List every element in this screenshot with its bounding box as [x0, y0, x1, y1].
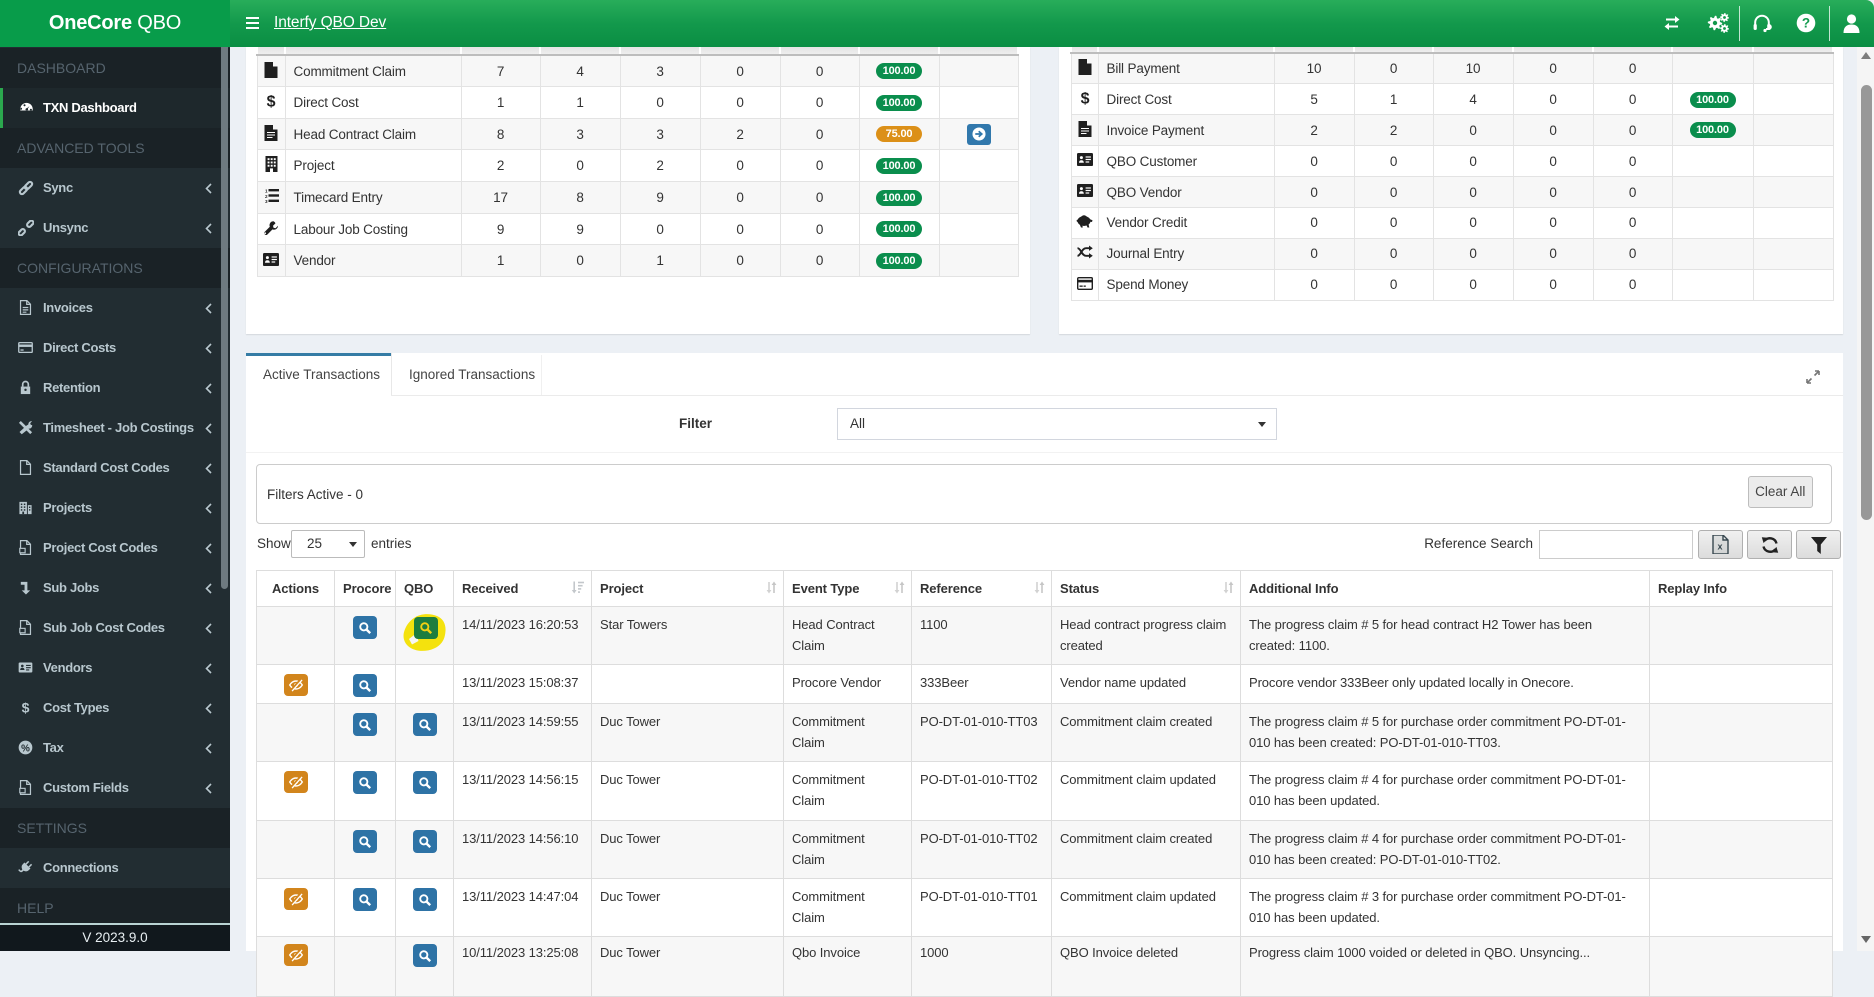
svg-text:x: x	[1717, 542, 1722, 552]
svg-text:$: $	[22, 700, 30, 715]
svg-text:$: $	[1080, 90, 1089, 105]
svg-text:?: ?	[1802, 16, 1810, 31]
svg-text:2: 2	[265, 194, 268, 199]
svg-text:$: $	[267, 94, 276, 109]
svg-text:1: 1	[265, 189, 268, 194]
svg-text:3: 3	[265, 200, 268, 204]
svg-text:%: %	[21, 743, 30, 754]
